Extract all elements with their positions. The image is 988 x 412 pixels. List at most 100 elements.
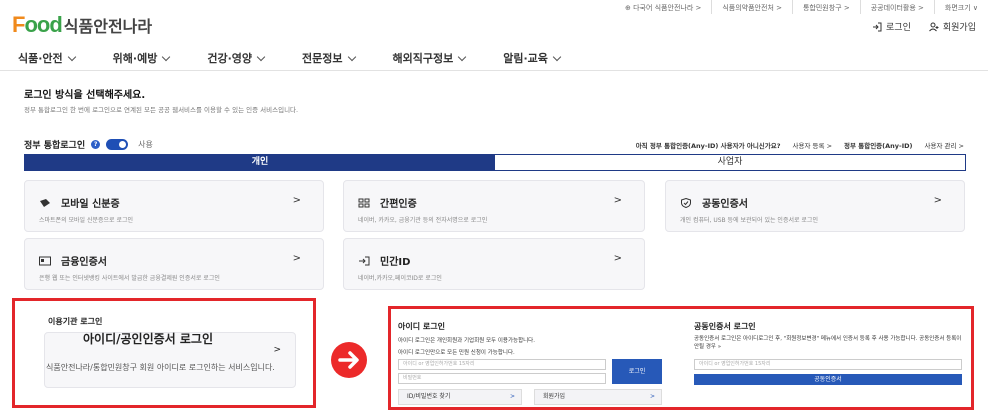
card-joint-cert[interactable]: 공동인증서 개인 컴퓨터, USB 등에 보관되어 있는 인증서로 로그인 > [665, 180, 965, 232]
id-login-note-2: 아이디 로그인만으로 모든 민원 신청이 가능합니다. [398, 350, 515, 356]
logo-ood: ood [24, 12, 62, 37]
nav-label: 건강·영양 [207, 52, 253, 65]
nav-overseas[interactable]: 해외직구정보 [392, 50, 467, 66]
signup-label: 회원가입 [942, 23, 976, 33]
card-desc: 네이버, 카카오, 금융기관 등의 전자서명으로 로그인 [358, 217, 488, 224]
chevron-down-icon [552, 52, 562, 61]
sign-in-icon [359, 256, 370, 265]
cert-id-input[interactable]: 아이디 or 영업인허가번호 15자리 [694, 359, 962, 370]
any-id-label: 정부 통합인증(Any-ID) [844, 142, 913, 150]
any-id-manage-link[interactable]: 사용자 관리 > [925, 140, 964, 150]
card-title: 간편인증 [380, 199, 417, 210]
util-link-multilang[interactable]: ⊕ 다국어 식품안전나라 > [615, 0, 713, 14]
card-simple-auth[interactable]: 간편인증 네이버, 카카오, 금융기관 등의 전자서명으로 로그인 > [343, 180, 645, 232]
tab-personal[interactable]: 개인 [25, 155, 495, 170]
arrow-right-icon [331, 342, 367, 378]
nav-label: 전문정보 [302, 52, 343, 65]
signup-link[interactable]: 회원가입 [928, 20, 976, 33]
card-title: 모바일 신분증 [61, 199, 120, 210]
chevron-right-icon: > [933, 195, 942, 206]
tab-business[interactable]: 사업자 [495, 155, 965, 170]
nav-label: 알림·교육 [503, 52, 548, 65]
gov-login-toggle[interactable] [106, 139, 129, 150]
chevron-right-icon: > [613, 253, 622, 264]
id-login-note-1: 아이디 로그인은 개인회원과 기업회원 모두 이용가능합니다. [398, 338, 535, 344]
gov-login-row: 정부 통합로그인 ? 사용 [24, 138, 153, 151]
card-desc: 은행 웹 또는 인터넷뱅킹 사이트에서 발급한 금융결제원 인증서로 로그인 [39, 275, 220, 282]
cert-login-note: 공동인증서 로그인은 아이디로그인 후, "회원정보변경" 메뉴에서 인증서 등… [694, 336, 962, 350]
chevron-down-icon [457, 52, 467, 61]
find-id-password-button[interactable]: ID/비밀번호 찾기 > [398, 389, 522, 405]
joint-cert-button[interactable]: 공동인증서 [694, 374, 962, 385]
agency-login-button[interactable]: 아이디/공인인증서 로그인 > [44, 332, 296, 388]
toggle-state-label: 사용 [138, 140, 153, 149]
cert-login-title: 공동인증서 로그인 [694, 322, 756, 331]
shield-icon [681, 197, 691, 208]
login-link[interactable]: 로그인 [872, 20, 911, 33]
logo-korean: 식품안전나라 [63, 17, 153, 36]
signup-button-label: 회원가입 [543, 393, 566, 400]
card-financial-cert[interactable]: 금융인증서 은행 웹 또는 인터넷뱅킹 사이트에서 발급한 금융결제원 인증서로… [24, 238, 324, 290]
chevron-down-icon [162, 52, 171, 61]
id-login-title: 아이디 로그인 [398, 322, 445, 331]
page-subtitle: 정부 통합로그인 한 번에 로그인으로 연계된 모든 공공 웹서비스를 이용할 … [24, 106, 299, 114]
util-link-civil[interactable]: 통합민원창구 > [793, 0, 861, 14]
logo-f: F [12, 12, 25, 37]
login-icon [873, 22, 882, 31]
util-link-screensize[interactable]: 화면크기 ∨ [935, 0, 988, 14]
card-desc: 스마트폰의 모바일 신분증으로 로그인 [39, 217, 134, 224]
card-title: 공동인증서 [702, 199, 748, 210]
main-nav: 식품·안전 위해·예방 건강·영양 전문정보 해외직구정보 알림·교육 [18, 50, 598, 66]
site-logo[interactable]: F ood 식품안전나라 [12, 12, 152, 38]
gov-login-label: 정부 통합로그인 [24, 141, 86, 151]
signup-button[interactable]: 회원가입 > [534, 389, 662, 405]
nav-label: 식품·안전 [18, 52, 63, 65]
utility-bar: ⊕ 다국어 식품안전나라 > 식품의약품안전처 > 통합민원창구 > 공공데이터… [615, 0, 988, 14]
agency-login-title: 이용기관 로그인 [48, 317, 103, 326]
help-icon[interactable]: ? [91, 140, 101, 149]
card-desc: 네이버,카카오,페이코ID로 로그인 [358, 275, 442, 282]
card-desc: 개인 컴퓨터, USB 등에 보관되어 있는 인증서로 로그인 [680, 217, 818, 224]
chevron-right-icon: > [273, 345, 281, 355]
nav-label: 위해·예방 [112, 52, 158, 65]
any-id-register-link[interactable]: 사용자 등록 > [793, 140, 832, 150]
find-button-label: ID/비밀번호 찾기 [407, 393, 451, 400]
chevron-down-icon [256, 52, 266, 61]
login-type-tabs: 개인 사업자 [24, 154, 966, 171]
auth-links: 로그인 회원가입 [872, 20, 976, 33]
id-input[interactable]: 아이디 or 영업인허가번호 15자리 [398, 359, 606, 370]
password-input[interactable]: 비밀번호 [398, 373, 606, 384]
util-link-mfds[interactable]: 식품의약품안전처 > [712, 0, 793, 14]
mobile-id-icon [40, 198, 50, 207]
simple-auth-icon [358, 198, 370, 207]
page-title: 로그인 방식을 선택해주세요. [24, 90, 146, 101]
nav-hazard[interactable]: 위해·예방 [112, 50, 171, 66]
chevron-right-icon: > [613, 195, 622, 206]
nav-divider [0, 70, 988, 71]
arrow-right-glyph [338, 351, 359, 369]
util-link-opendata[interactable]: 공공데이터활용 > [861, 0, 935, 14]
card-title: 금융인증서 [61, 257, 107, 268]
card-mobile-id[interactable]: 모바일 신분증 스마트폰의 모바일 신분증으로 로그인 > [24, 180, 324, 232]
user-add-icon [928, 22, 939, 31]
chevron-down-icon [347, 52, 356, 61]
login-label: 로그인 [886, 23, 911, 33]
card-private-id[interactable]: 민간ID 네이버,카카오,페이코ID로 로그인 > [343, 238, 645, 290]
nav-food-safety[interactable]: 식품·안전 [18, 50, 76, 66]
any-id-links: 아직 정부 통합인증(Any-ID) 사용자가 아니신가요? 사용자 등록 > … [636, 140, 964, 150]
financial-cert-icon [39, 256, 51, 265]
nav-expert-info[interactable]: 전문정보 [302, 50, 356, 66]
agency-login-label: 아이디/공인인증서 로그인 [83, 332, 214, 346]
chevron-right-icon: > [649, 393, 655, 400]
card-title: 민간ID [380, 257, 411, 268]
nav-notice[interactable]: 알림·교육 [503, 50, 562, 66]
nav-health[interactable]: 건강·영양 [207, 50, 266, 66]
agency-login-desc: 식품안전나라/통합민원창구 회원 아이디로 로그인하는 서비스입니다. [46, 363, 275, 372]
any-id-question: 아직 정부 통합인증(Any-ID) 사용자가 아니신가요? [635, 142, 781, 150]
chevron-down-icon [67, 52, 76, 61]
page: ⊕ 다국어 식품안전나라 > 식품의약품안전처 > 통합민원창구 > 공공데이터… [0, 0, 988, 412]
chevron-right-icon: > [292, 195, 301, 206]
chevron-right-icon: > [509, 393, 515, 400]
login-button[interactable]: 로그인 [612, 359, 662, 384]
nav-label: 해외직구정보 [392, 52, 454, 65]
